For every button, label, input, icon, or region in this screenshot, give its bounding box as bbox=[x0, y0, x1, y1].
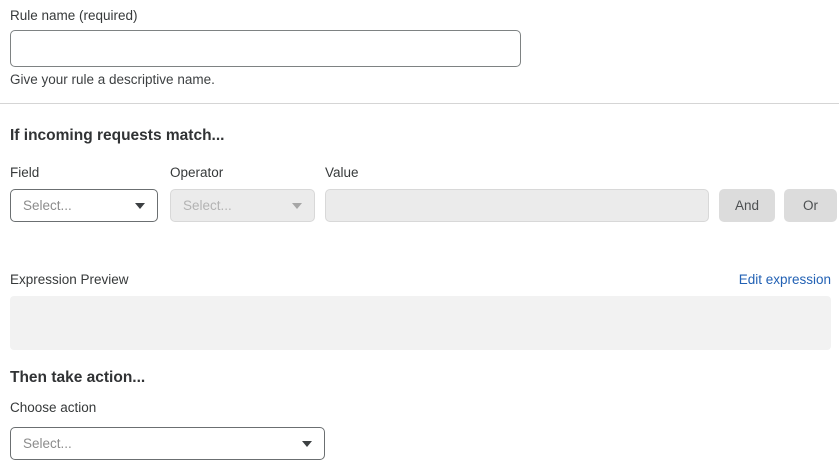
rule-name-label: Rule name (required) bbox=[10, 8, 831, 24]
edit-expression-link[interactable]: Edit expression bbox=[739, 272, 831, 287]
chevron-down-icon bbox=[292, 203, 302, 209]
value-label: Value bbox=[325, 165, 709, 181]
rule-name-helper: Give your rule a descriptive name. bbox=[10, 72, 831, 87]
value-column: Value bbox=[325, 165, 709, 222]
operator-column: Operator Select... bbox=[170, 165, 315, 222]
or-button[interactable]: Or bbox=[784, 189, 837, 222]
field-label: Field bbox=[10, 165, 158, 181]
action-select-value: Select... bbox=[23, 436, 72, 451]
value-input[interactable] bbox=[325, 189, 709, 222]
action-select[interactable]: Select... bbox=[10, 427, 325, 460]
and-button[interactable]: And bbox=[719, 189, 775, 222]
field-select-value: Select... bbox=[23, 198, 72, 213]
rule-name-input[interactable] bbox=[10, 30, 521, 67]
field-column: Field Select... bbox=[10, 165, 158, 222]
chevron-down-icon bbox=[302, 441, 312, 447]
chevron-down-icon bbox=[135, 203, 145, 209]
rule-creation-form: Rule name (required) Give your rule a de… bbox=[0, 0, 839, 460]
rule-name-section: Rule name (required) Give your rule a de… bbox=[10, 8, 831, 87]
field-select[interactable]: Select... bbox=[10, 189, 158, 222]
action-section: Then take action... Choose action Select… bbox=[10, 369, 831, 460]
operator-select[interactable]: Select... bbox=[170, 189, 315, 222]
choose-action-label: Choose action bbox=[10, 400, 831, 416]
expression-preview-label: Expression Preview bbox=[10, 272, 129, 288]
expression-preview-box bbox=[10, 296, 831, 350]
operator-label: Operator bbox=[170, 165, 315, 181]
match-heading: If incoming requests match... bbox=[10, 127, 831, 144]
expression-preview-row: Expression Preview Edit expression bbox=[10, 272, 831, 288]
operator-select-value: Select... bbox=[183, 198, 232, 213]
match-section: If incoming requests match... Field Sele… bbox=[10, 127, 831, 350]
action-heading: Then take action... bbox=[10, 369, 831, 386]
condition-row: Field Select... Operator Select... Value… bbox=[10, 165, 837, 222]
section-divider bbox=[0, 103, 839, 104]
